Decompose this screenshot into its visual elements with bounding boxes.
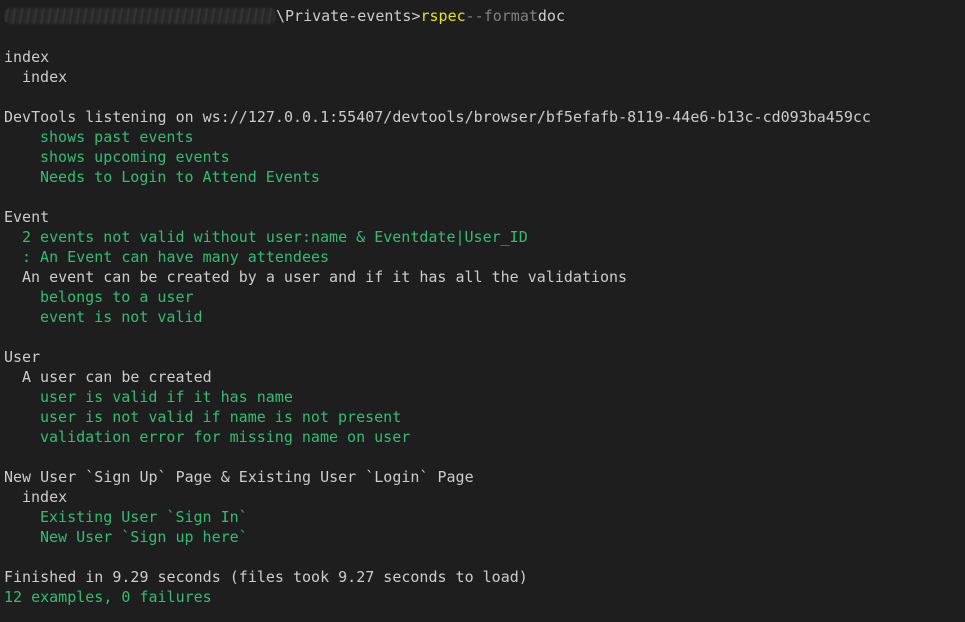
command-arg: doc [537,7,565,25]
test-passed: Existing User `Sign In` [40,508,248,526]
finished-time: Finished in 9.29 seconds (files took 9.2… [4,568,528,586]
group-index: index [4,48,50,66]
test-passed: 2 events not valid without user:name & E… [22,228,528,246]
test-passed: shows past events [40,128,194,146]
test-passed: Needs to Login to Attend Events [40,168,320,186]
command-flag: --format [465,7,538,25]
context-user: A user can be created [22,368,212,386]
test-passed: user is not valid if name is not present [40,408,402,426]
group-event: Event [4,208,50,226]
context-pages: index [22,488,68,506]
redacted-path [4,8,276,24]
test-passed: belongs to a user [40,288,194,306]
prompt-path: \Private-events> [276,7,421,25]
group-pages: New User `Sign Up` Page & Existing User … [4,468,474,486]
summary-result: 12 examples, 0 failures [4,588,212,606]
context-index: index [22,68,68,86]
group-user: User [4,348,41,366]
terminal-panel[interactable]: \Private-events> rspec --format doc inde… [0,0,965,622]
test-passed: New User `Sign up here` [40,528,248,546]
context-event: An event can be created by a user and if… [22,268,628,286]
test-passed: event is not valid [40,308,203,326]
prompt-line: \Private-events> rspec --format doc [4,5,965,27]
command-text: rspec [420,7,466,25]
test-passed: shows upcoming events [40,148,230,166]
test-passed: : An Event can have many attendees [22,248,330,266]
test-passed: validation error for missing name on use… [40,428,411,446]
devtools-message: DevTools listening on ws://127.0.0.1:554… [4,108,871,126]
test-passed: user is valid if it has name [40,388,293,406]
